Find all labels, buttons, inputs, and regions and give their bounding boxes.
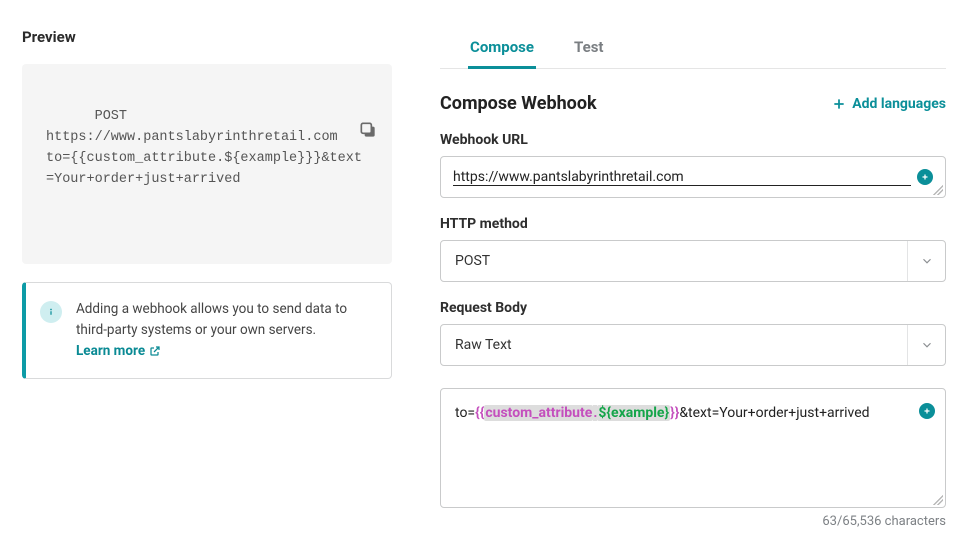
info-icon — [40, 301, 62, 323]
body-brace-close: }} — [670, 405, 679, 421]
http-method-select[interactable]: POST — [440, 240, 946, 282]
resize-handle-icon — [933, 185, 943, 195]
external-link-icon — [149, 345, 161, 357]
body-example-token: ${example} — [597, 405, 670, 421]
add-languages-label: Add languages — [852, 96, 946, 112]
webhook-url-label: Webhook URL — [440, 132, 946, 148]
webhook-url-value: https://www.pantslabyrinthretail.com — [453, 169, 911, 186]
info-callout: Adding a webhook allows you to send data… — [22, 282, 392, 379]
request-body-editor[interactable]: to={{custom_attribute.${example}}}&text=… — [440, 388, 946, 508]
request-body-label: Request Body — [440, 300, 946, 316]
learn-more-link[interactable]: Learn more — [76, 341, 161, 362]
http-method-value: POST — [455, 253, 490, 269]
http-method-label: HTTP method — [440, 216, 946, 232]
webhook-url-input[interactable]: https://www.pantslabyrinthretail.com — [440, 156, 946, 198]
resize-handle-icon — [933, 495, 943, 505]
body-text-prefix: to= — [455, 405, 475, 421]
body-custom-attribute-token: custom_attribute — [484, 405, 593, 421]
tabs: Compose Test — [440, 28, 946, 69]
chevron-down-icon — [907, 325, 945, 365]
info-text: Adding a webhook allows you to send data… — [76, 301, 347, 338]
character-count: 63/65,536 characters — [440, 514, 946, 529]
preview-title: Preview — [22, 28, 392, 46]
personalization-add-button[interactable] — [919, 403, 935, 419]
body-text-suffix: &text=Your+order+just+arrived — [679, 405, 869, 421]
tab-test[interactable]: Test — [572, 28, 606, 69]
add-languages-button[interactable]: Add languages — [832, 96, 946, 112]
request-body-type-value: Raw Text — [455, 337, 512, 353]
plus-icon — [832, 97, 846, 111]
preview-box: POST https://www.pantslabyrinthretail.co… — [22, 64, 392, 264]
personalization-add-button[interactable] — [917, 169, 933, 185]
compose-header: Compose Webhook — [440, 93, 597, 114]
request-body-type-select[interactable]: Raw Text — [440, 324, 946, 366]
copy-icon[interactable] — [358, 78, 378, 98]
chevron-down-icon — [907, 241, 945, 281]
preview-text: POST https://www.pantslabyrinthretail.co… — [46, 109, 362, 187]
learn-more-label: Learn more — [76, 341, 145, 362]
body-brace-open: {{ — [475, 405, 484, 421]
tab-compose[interactable]: Compose — [468, 28, 536, 69]
